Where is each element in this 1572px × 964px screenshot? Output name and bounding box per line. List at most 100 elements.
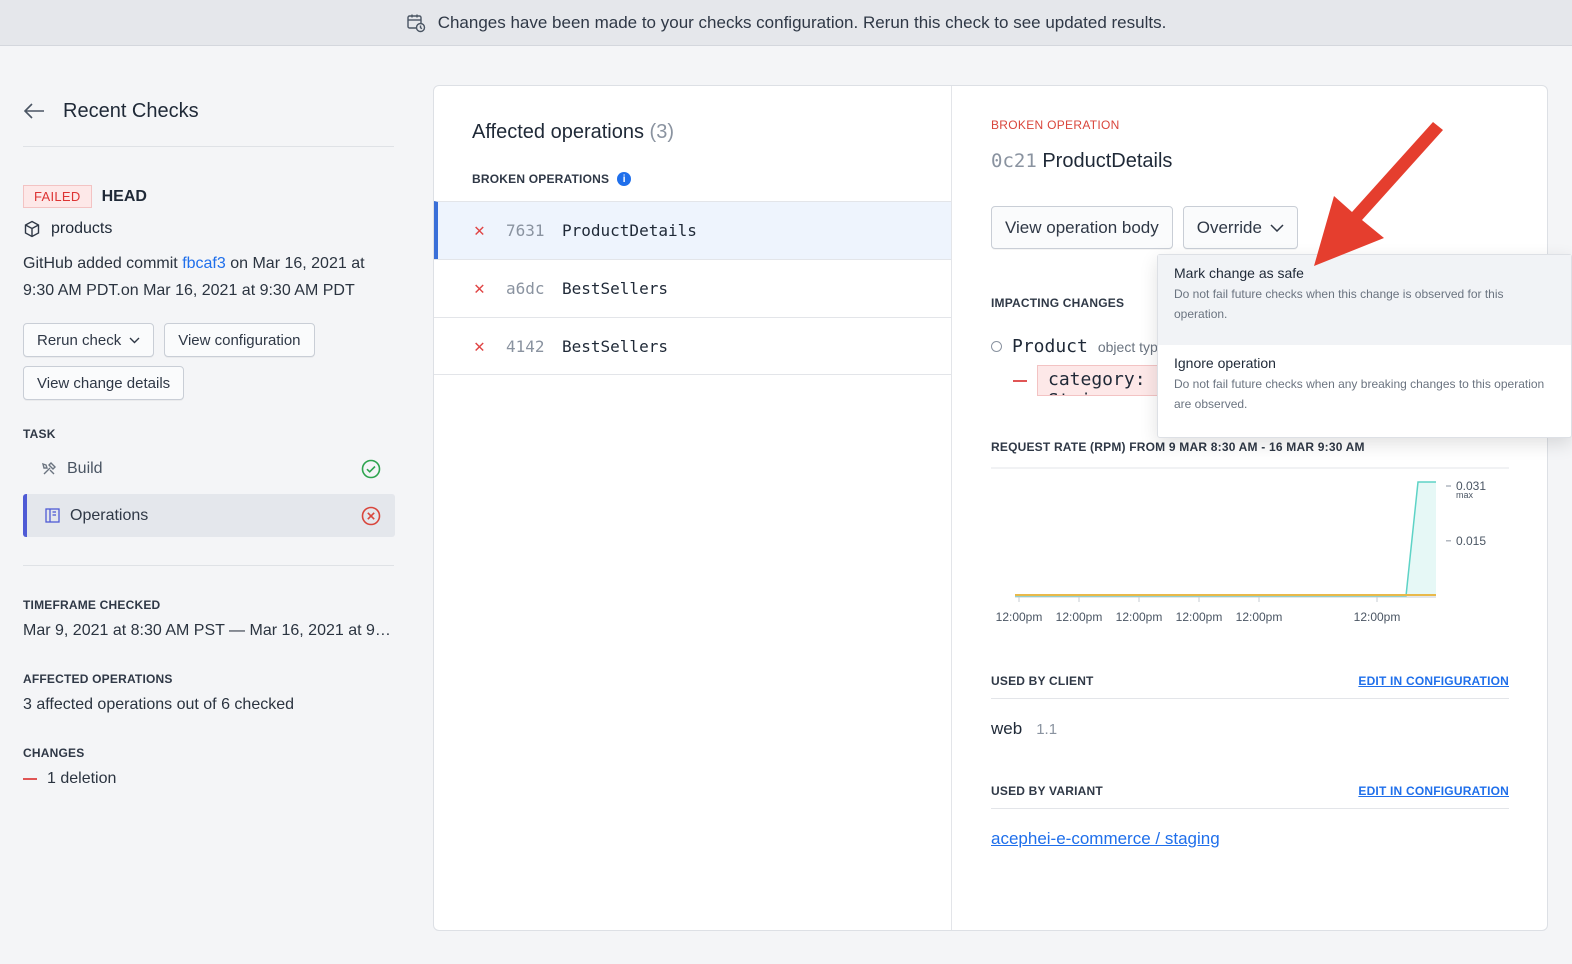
status-badge: FAILED — [23, 185, 92, 208]
used-by-client-label: USED BY CLIENT — [991, 674, 1094, 688]
task-operations[interactable]: Operations — [23, 494, 395, 537]
edit-client-configuration-link[interactable]: EDIT IN CONFIGURATION — [1358, 674, 1509, 688]
variant-link[interactable]: acephei-e-commerce / staging — [991, 829, 1220, 849]
build-tools-icon — [42, 461, 56, 474]
info-icon[interactable]: i — [617, 172, 632, 186]
x-tick-label: 12:00pm — [1354, 610, 1401, 624]
x-tick-label: 12:00pm — [1176, 610, 1223, 624]
timeframe-value: Mar 9, 2021 at 8:30 AM PST — Mar 16, 202… — [23, 622, 393, 639]
graph-name: products — [51, 220, 113, 237]
option-title: Ignore operation — [1174, 355, 1276, 371]
ignore-operation-option[interactable]: Ignore operation Do not fail future chec… — [1158, 345, 1571, 437]
operation-heading-id: 0c21 — [991, 150, 1037, 172]
series-area-fill — [1015, 482, 1436, 596]
y-tick-label: 0.015 — [1456, 534, 1486, 548]
x-tick-label: 12:00pm — [996, 610, 1043, 624]
client-name: web — [991, 719, 1023, 738]
divider — [991, 808, 1509, 809]
client-row: web 1.1 — [991, 719, 1057, 739]
check-circle-icon — [361, 459, 381, 478]
client-version: 1.1 — [1036, 721, 1058, 738]
check-actions: Rerun check View configuration — [23, 323, 395, 357]
operation-heading: 0c21 ProductDetails — [991, 150, 1172, 173]
override-label: Override — [1196, 217, 1262, 237]
task-operations-label: Operations — [70, 506, 149, 524]
banner-text: Changes have been made to your checks co… — [437, 12, 1167, 32]
back-to-recent-checks[interactable]: Recent Checks — [23, 86, 395, 136]
broken-operation-label: BROKEN OPERATION — [991, 118, 1120, 132]
removed-field-chip: category: String — [1037, 365, 1167, 396]
timeframe-label: TIMEFRAME CHECKED — [23, 598, 161, 612]
check-actions-2: View change details — [23, 366, 395, 400]
error-circle-icon — [361, 506, 381, 525]
broken-operations-label: BROKEN OPERATIONS — [472, 172, 610, 186]
rerun-check-label: Rerun check — [37, 331, 122, 349]
operation-id: 4142 — [506, 336, 545, 356]
used-by-variant-label: USED BY VARIANT — [991, 784, 1103, 798]
rerun-check-button[interactable]: Rerun check — [23, 323, 155, 357]
config-changed-banner: Changes have been made to your checks co… — [0, 0, 1572, 46]
option-description: Do not fail future checks when this chan… — [1174, 287, 1504, 321]
divider — [23, 146, 394, 147]
task-build[interactable]: Build — [23, 447, 395, 490]
broken-operations-header: BROKEN OPERATIONS i — [472, 172, 632, 186]
operation-name: ProductDetails — [562, 221, 697, 240]
x-icon: ✕ — [474, 278, 485, 299]
operation-row-a6dc[interactable]: ✕ a6dc BestSellers — [434, 259, 951, 317]
commit-info: GitHub added commit fbcaf3 on Mar 16, 20… — [23, 250, 395, 304]
recent-checks-title[interactable]: Recent Checks — [63, 100, 199, 123]
operation-row-7631[interactable]: ✕ 7631 ProductDetails — [434, 201, 951, 259]
check-sidebar: Recent Checks FAILED HEAD products GitHu… — [23, 86, 395, 788]
option-description: Do not fail future checks when any break… — [1174, 377, 1545, 411]
divider — [23, 565, 394, 566]
deletion-marker — [23, 778, 37, 780]
operation-id: 7631 — [506, 221, 545, 240]
view-configuration-button[interactable]: View configuration — [164, 323, 315, 357]
check-details-card: Affected operations (3) BROKEN OPERATION… — [433, 85, 1548, 931]
impacted-type-kind: object type — [1097, 338, 1166, 355]
task-label: TASK — [23, 427, 56, 441]
affected-count: (3) — [649, 121, 674, 143]
impacted-field-row: category: String — [1013, 365, 1167, 396]
graph-row: products — [23, 220, 395, 238]
request-rate-chart: 0.0310.015max12:00pm 12:00pm 12:00pm 12:00p… — [991, 467, 1509, 624]
impacting-changes-label: IMPACTING CHANGES — [991, 296, 1125, 310]
deletion-marker — [1013, 379, 1027, 382]
series-line-primary — [1015, 481, 1436, 597]
commit-prefix: GitHub added commit — [23, 255, 183, 272]
operations-icon — [45, 508, 60, 523]
operation-name: BestSellers — [562, 279, 668, 298]
edit-variant-configuration-link[interactable]: EDIT IN CONFIGURATION — [1358, 784, 1509, 798]
operation-row-4142[interactable]: ✕ 4142 BestSellers — [434, 317, 951, 375]
impacted-type-name: Product — [1012, 336, 1088, 357]
affected-operations-panel: Affected operations (3) BROKEN OPERATION… — [434, 86, 952, 930]
task-build-label: Build — [67, 459, 103, 477]
x-tick-label: 12:00pm — [1056, 610, 1103, 624]
option-title: Mark change as safe — [1174, 265, 1304, 281]
operation-detail-panel: BROKEN OPERATION 0c21 ProductDetails Vie… — [991, 86, 1531, 930]
divider — [991, 698, 1509, 699]
view-change-details-button[interactable]: View change details — [23, 366, 185, 400]
arrow-left-icon[interactable] — [23, 102, 45, 120]
override-button[interactable]: Override — [1182, 206, 1298, 249]
changes-value: 1 deletion — [23, 770, 393, 788]
operation-heading-name: ProductDetails — [1042, 150, 1173, 172]
branch-name: HEAD — [101, 187, 147, 205]
request-rate-label: REQUEST RATE (RPM) FROM 9 MAR 8:30 AM - … — [991, 440, 1365, 454]
x-icon: ✕ — [474, 220, 485, 241]
mark-change-safe-option[interactable]: Mark change as safe Do not fail future c… — [1158, 255, 1571, 345]
calendar-clock-icon — [406, 14, 425, 32]
cube-icon — [24, 220, 40, 238]
operation-name: BestSellers — [562, 336, 668, 356]
chevron-down-icon — [129, 337, 140, 343]
operation-actions: View operation body Override — [991, 206, 1298, 249]
type-bullet — [991, 341, 1002, 352]
commit-hash-link[interactable]: fbcaf3 — [182, 255, 226, 272]
changes-label: CHANGES — [23, 746, 85, 760]
affected-operations-label: AFFECTED OPERATIONS — [23, 672, 173, 686]
check-status-row: FAILED HEAD — [23, 185, 395, 208]
operation-list: ✕ 7631 ProductDetails ✕ a6dc BestSellers… — [434, 201, 951, 375]
view-operation-body-button[interactable]: View operation body — [991, 206, 1173, 249]
x-icon: ✕ — [474, 335, 485, 357]
operation-id: a6dc — [506, 279, 545, 298]
